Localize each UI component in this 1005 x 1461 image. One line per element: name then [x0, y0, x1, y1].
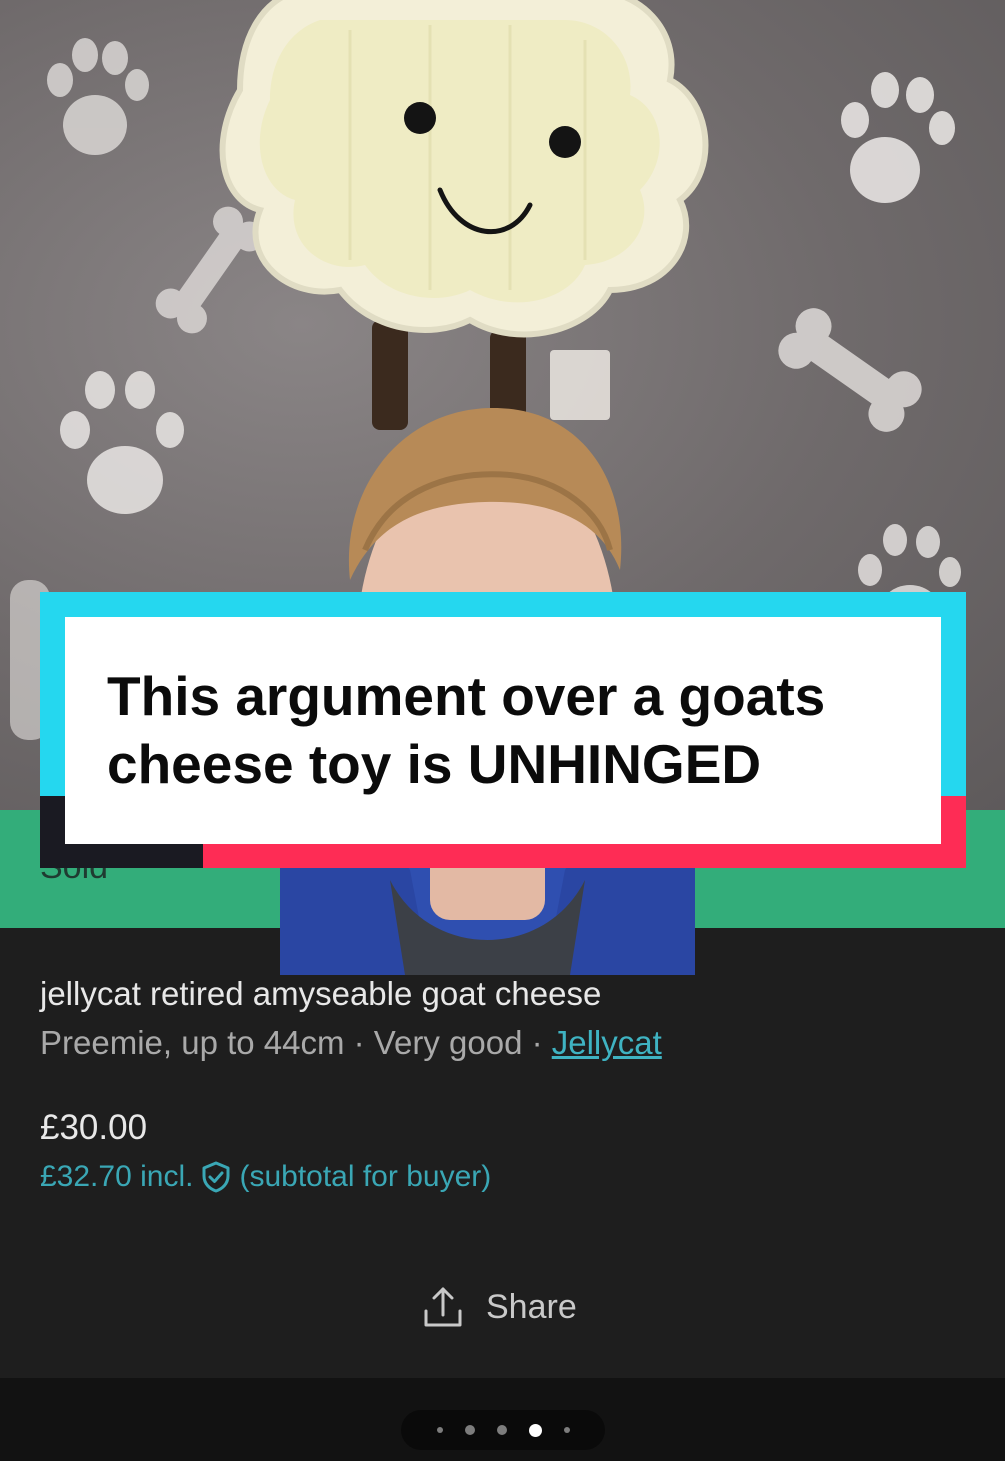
- paw-print-pattern: [841, 72, 955, 203]
- listing-meta-text: Preemie, up to 44cm · Very good ·: [40, 1024, 552, 1061]
- share-label: Share: [486, 1287, 577, 1326]
- carousel-dot-active[interactable]: [528, 1423, 542, 1437]
- listing-title: jellycat retired amyseable goat cheese: [40, 975, 602, 1012]
- carousel-indicator[interactable]: [401, 1410, 605, 1450]
- price-incl-suffix: (subtotal for buyer): [239, 1160, 492, 1193]
- buyer-subtotal[interactable]: £32.70 incl. (subtotal for buyer): [40, 1160, 491, 1194]
- caption-text: This argument over a goats cheese toy is…: [107, 665, 826, 795]
- paw-print-pattern: [60, 371, 184, 514]
- carousel-dot[interactable]: [563, 1427, 570, 1433]
- listing-price: £30.00: [40, 1108, 148, 1147]
- paw-print-pattern: [47, 38, 149, 155]
- brand-link[interactable]: Jellycat: [552, 1024, 662, 1061]
- share-button[interactable]: Share: [422, 1285, 577, 1329]
- share-upload-icon: [424, 1287, 462, 1327]
- carousel-dot[interactable]: [496, 1425, 507, 1435]
- shield-check-icon: [202, 1161, 230, 1193]
- carousel-dot[interactable]: [436, 1427, 443, 1433]
- price-incl-text: £32.70 incl.: [40, 1160, 194, 1193]
- bone-pattern: [778, 308, 922, 432]
- carousel-dot[interactable]: [464, 1425, 475, 1435]
- goat-cheese-plush: [219, 0, 709, 430]
- listing-meta: Preemie, up to 44cm · Very good · Jellyc…: [40, 1024, 662, 1062]
